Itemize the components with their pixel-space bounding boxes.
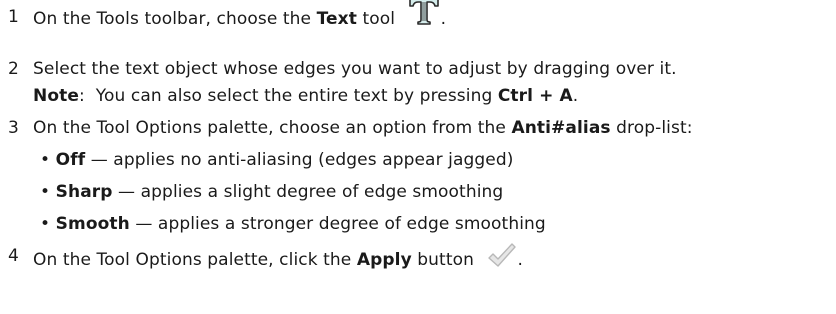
- option-name: Off: [55, 150, 86, 170]
- step-text: On the Tool Options palette, click the A…: [33, 243, 523, 275]
- bullet: •: [40, 214, 51, 234]
- bullet: •: [40, 182, 51, 202]
- step-number: 2: [8, 59, 19, 79]
- step-number: 3: [8, 118, 19, 138]
- apply-label: Apply: [356, 250, 412, 270]
- option-sharp: • Sharp — applies a slight degree of edg…: [40, 181, 503, 203]
- note-label: Note: [33, 86, 79, 106]
- step-text: On the Tools toolbar, choose the Text to…: [33, 0, 446, 32]
- step-text: On the Tool Options palette, choose an o…: [33, 118, 693, 138]
- option-name: Smooth: [55, 214, 130, 234]
- step-2-note: Note: You can also select the entire tex…: [33, 86, 579, 106]
- step-number: 1: [8, 7, 19, 27]
- step-text: Select the text object whose edges you w…: [33, 59, 677, 79]
- option-description: — applies no anti-aliasing (edges appear…: [85, 150, 514, 170]
- checkmark-icon: [487, 241, 517, 275]
- antialias-label: Anti#alias: [511, 118, 611, 138]
- option-smooth: • Smooth — applies a stronger degree of …: [40, 213, 546, 235]
- text-tool-label: Text: [316, 9, 357, 29]
- text-tool-icon: [407, 0, 441, 32]
- bullet: •: [40, 150, 51, 170]
- step-number: 4: [8, 246, 19, 266]
- option-off: • Off — applies no anti-aliasing (edges …: [40, 149, 513, 171]
- option-description: — applies a stronger degree of edge smoo…: [129, 214, 546, 234]
- option-description: — applies a slight degree of edge smooth…: [112, 182, 504, 202]
- keyboard-shortcut: Ctrl + A: [497, 86, 573, 106]
- option-name: Sharp: [55, 182, 113, 202]
